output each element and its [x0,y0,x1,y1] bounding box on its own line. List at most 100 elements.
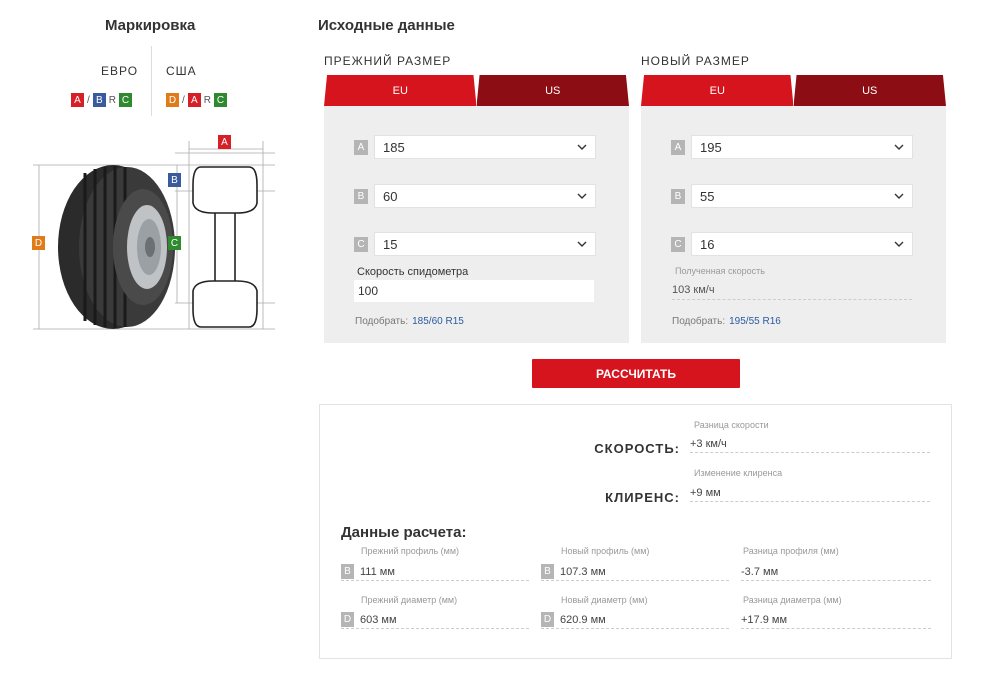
old-field-profile: B 60 [354,184,596,208]
tyre-illustration: A B C D [25,133,280,338]
field-letter: B [354,188,368,204]
speedo-input[interactable]: 100 [354,280,594,302]
old-profile-caption: Прежний профиль (мм) [361,546,460,556]
old-size-label: ПРЕЖНИЙ РАЗМЕР [324,54,452,68]
profile-diff-cell: -3.7 мм [741,563,931,581]
old-diameter-value: 603 мм [360,613,397,626]
badge-separator: / [87,94,90,106]
diagram-badge-c: C [168,236,181,250]
field-letter: B [541,564,554,579]
new-field-width: A 195 [671,135,913,159]
result-speed-value: 103 км/ч [672,280,912,300]
usa-label: США [166,64,197,78]
new-profile-caption: Новый профиль (мм) [561,546,650,556]
tab-us[interactable]: US [476,75,629,106]
result-speed-label: Полученная скорость [675,266,765,276]
select-value: 15 [383,236,398,252]
badge-c: C [119,93,133,107]
new-profile-value: 107.3 мм [560,565,606,578]
old-field-width: A 185 [354,135,596,159]
field-letter: B [341,564,354,579]
old-profile-cell: B 111 мм [341,563,529,581]
new-field-profile: B 55 [671,184,913,208]
diameter-select[interactable]: 16 [691,232,913,256]
diameter-diff-cell: +17.9 мм [741,611,931,629]
new-profile-cell: B 107.3 мм [541,563,729,581]
results-panel: Разница скорости СКОРОСТЬ: +3 км/ч Измен… [319,404,952,659]
pick-link[interactable]: 195/55 R16 [729,316,781,327]
source-title: Исходные данные [318,17,455,34]
new-diameter-caption: Новый диаметр (мм) [561,595,648,605]
chevron-down-icon [577,241,587,247]
new-field-diameter: C 16 [671,232,913,256]
pick-link[interactable]: 185/60 R15 [412,316,464,327]
usa-badges: D / A R C [166,93,228,107]
select-value: 55 [700,188,715,204]
field-letter: A [671,139,685,155]
old-diameter-caption: Прежний диаметр (мм) [361,595,458,605]
old-size-panel: A 185 B 60 C 15 Скорость спидометра 100 … [324,106,629,343]
badge-a: A [71,93,84,107]
tab-eu[interactable]: EU [641,75,794,106]
old-diameter-cell: D 603 мм [341,611,529,629]
profile-diff-caption: Разница профиля (мм) [743,546,839,556]
select-value: 16 [700,236,715,252]
new-size-panel: A 195 B 55 C 16 Полученная скорость 103 … [641,106,946,343]
marking-title: Маркировка [105,17,196,34]
badge-c: C [214,93,228,107]
badge-r: R [203,94,212,106]
badge-r: R [108,94,117,106]
tab-us[interactable]: US [793,75,946,106]
new-size-tabs: EU US [641,75,946,106]
diagram-badge-d: D [32,236,45,250]
field-letter: D [341,612,354,627]
euro-label: ЕВРО [101,64,139,78]
diagram-badge-a: A [218,135,231,149]
pick-label: Подобрать: [355,316,409,327]
chevron-down-icon [894,144,904,150]
tab-eu[interactable]: EU [324,75,477,106]
old-field-diameter: C 15 [354,232,596,256]
field-letter: C [671,236,685,252]
diameter-diff-caption: Разница диаметра (мм) [743,595,842,605]
diagram-badge-b: B [168,173,181,187]
speed-diff-caption: Разница скорости [694,420,769,430]
chevron-down-icon [894,193,904,199]
new-diameter-cell: D 620.9 мм [541,611,729,629]
chevron-down-icon [577,144,587,150]
speed-key: СКОРОСТЬ: [594,441,680,456]
badge-separator: / [182,94,185,106]
pick-label: Подобрать: [672,316,726,327]
badge-a: A [187,93,201,107]
field-letter: A [354,139,368,155]
new-pick: Подобрать: 195/55 R16 [672,316,781,327]
euro-badges: A / B R C [71,93,133,107]
old-pick: Подобрать: 185/60 R15 [355,316,464,327]
chevron-down-icon [577,193,587,199]
clearance-caption: Изменение клиренса [694,468,783,478]
calc-data-title: Данные расчета: [341,524,467,541]
profile-diff-value: -3.7 мм [741,565,779,578]
profile-select[interactable]: 60 [374,184,596,208]
speedo-label: Скорость спидометра [357,266,469,278]
width-select[interactable]: 185 [374,135,596,159]
width-select[interactable]: 195 [691,135,913,159]
diameter-select[interactable]: 15 [374,232,596,256]
select-value: 185 [383,139,405,155]
marking-divider [151,46,152,116]
old-profile-value: 111 мм [360,565,395,578]
clearance-key: КЛИРЕНС: [605,490,680,505]
new-size-label: НОВЫЙ РАЗМЕР [641,54,750,68]
old-size-tabs: EU US [324,75,629,106]
calculate-button[interactable]: РАССЧИТАТЬ [532,359,740,388]
profile-select[interactable]: 55 [691,184,913,208]
diameter-diff-value: +17.9 мм [741,613,788,626]
badge-d: D [166,93,179,107]
field-letter: C [354,236,368,252]
clearance-value: +9 мм [690,484,930,502]
field-letter: D [541,612,554,627]
chevron-down-icon [894,241,904,247]
select-value: 60 [383,188,398,204]
speed-diff-value: +3 км/ч [690,435,930,453]
badge-b: B [92,93,106,107]
